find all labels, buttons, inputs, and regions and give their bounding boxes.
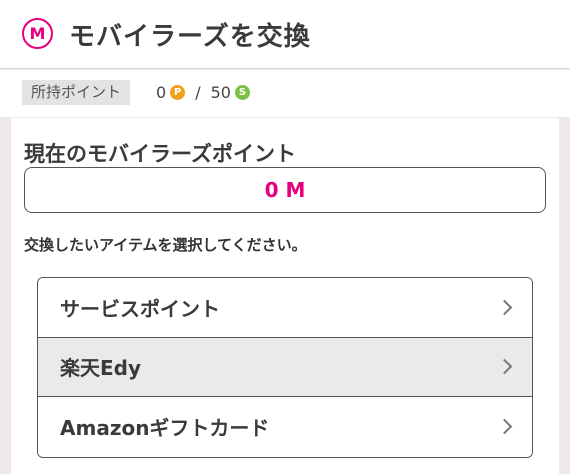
item-label: サービスポイント (60, 296, 220, 321)
s-points-value: 50 (210, 83, 231, 102)
points-separator: / (195, 83, 201, 102)
item-amazon-gift-card[interactable]: Amazonギフトカード (38, 397, 532, 457)
s-coin-icon: S (234, 85, 250, 100)
current-points-heading: 現在のモバイラーズポイント (24, 142, 296, 166)
item-rakuten-edy[interactable]: 楽天Edy (38, 337, 532, 397)
exchange-item-list: サービスポイント 楽天Edy Amazonギフトカード (37, 277, 533, 458)
owned-points-label: 所持ポイント (22, 80, 131, 105)
select-item-instruction: 交換したいアイテムを選択してください。 (24, 236, 307, 254)
current-balance-value: 0 M (264, 178, 306, 202)
logo-letter: M (29, 24, 46, 43)
exchange-panel: 現在のモバイラーズポイント 0 M 交換したいアイテムを選択してください。 サー… (11, 118, 559, 474)
item-label: Amazonギフトカード (60, 416, 270, 441)
app-header: M モバイラーズを交換 (0, 0, 570, 69)
current-balance-box: 0 M (24, 167, 546, 213)
points-values: 0 P / 50 S (156, 80, 250, 105)
item-service-point[interactable]: サービスポイント (38, 278, 532, 338)
mobilers-logo-icon: M (22, 18, 53, 49)
item-label: 楽天Edy (60, 356, 142, 381)
p-points-value: 0 (156, 83, 167, 102)
p-coin-icon: P (170, 85, 186, 100)
chevron-right-icon (496, 299, 513, 316)
page-title: モバイラーズを交換 (69, 22, 311, 52)
chevron-right-icon (496, 418, 513, 435)
points-summary-bar: 所持ポイント 0 P / 50 S (0, 70, 570, 117)
chevron-right-icon (496, 358, 513, 375)
